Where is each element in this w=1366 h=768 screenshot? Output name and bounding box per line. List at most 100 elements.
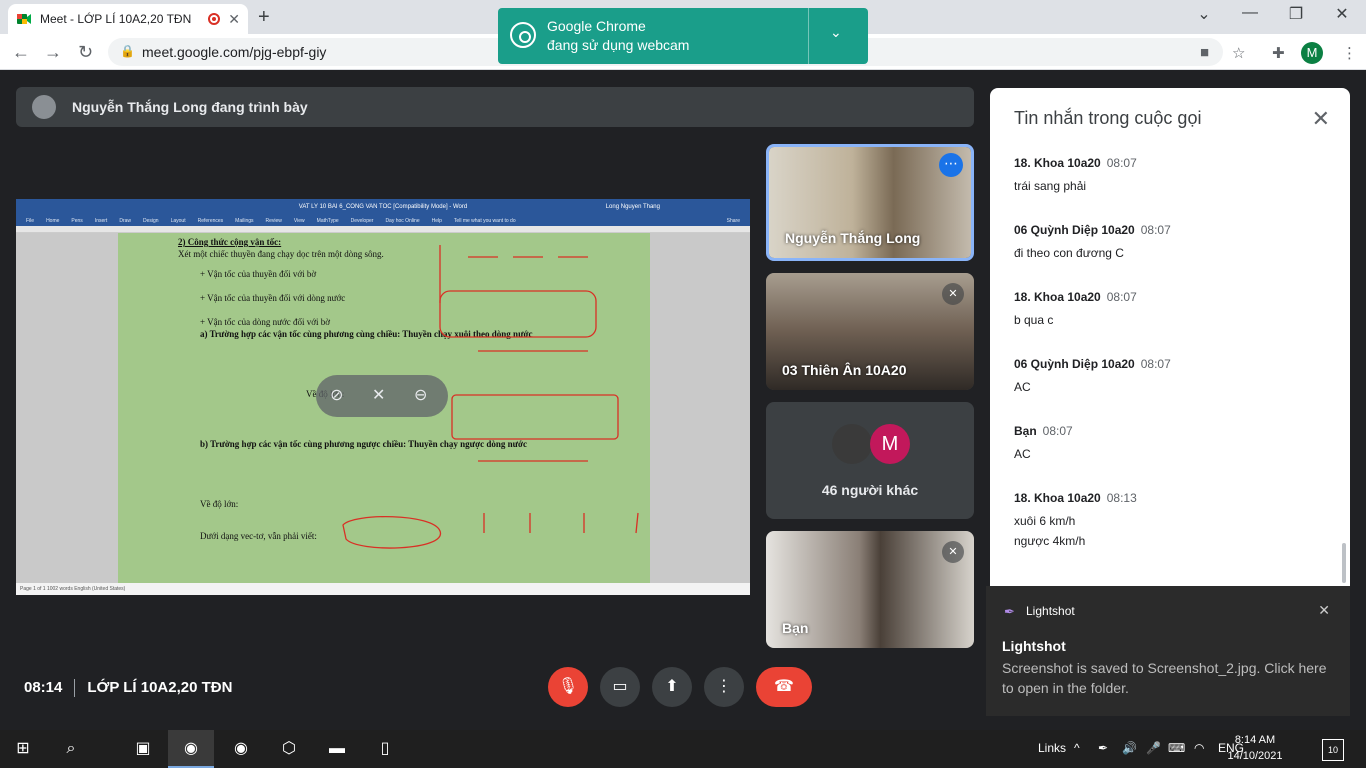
mic-off-icon: ✕: [942, 283, 964, 305]
taskbar-app-icon[interactable]: ⬡: [266, 730, 312, 768]
bookmark-star-icon[interactable]: ☆: [1232, 44, 1245, 62]
chat-text: AC: [1014, 447, 1031, 461]
chat-message: 18. Khoa 10a20 08:13 xuôi 6 km/h ngược 4k…: [1014, 491, 1334, 551]
ribbon-tab: Review: [265, 217, 282, 224]
links-toolbar[interactable]: Links: [1038, 741, 1066, 755]
notification-center-icon[interactable]: 10: [1322, 739, 1344, 761]
ribbon-tab: Draw: [119, 217, 131, 224]
ribbon-tab: References: [197, 217, 224, 224]
keyboard-icon[interactable]: ⌨: [1168, 741, 1185, 755]
ribbon-tab: View: [293, 217, 305, 224]
remove-icon[interactable]: ⊖: [414, 385, 427, 405]
ribbon-share: Share: [726, 217, 740, 224]
close-icon[interactable]: ✕: [1312, 106, 1330, 132]
chevron-up-icon[interactable]: ^: [1074, 741, 1080, 755]
presenter-banner: Nguyễn Thắng Long đang trình bày: [16, 87, 974, 127]
chat-time: 08:07: [1106, 290, 1137, 304]
close-icon[interactable]: ✕: [1318, 602, 1330, 619]
maximize-button[interactable]: ❐: [1276, 4, 1316, 24]
chat-text: đi theo con đương C: [1014, 246, 1124, 260]
more-options-button[interactable]: ⋮: [704, 667, 744, 707]
chat-time: 08:07: [1106, 156, 1137, 170]
leave-call-button[interactable]: ☎: [756, 667, 812, 707]
chat-message: 18. Khoa 10a20 08:07 b qua c: [1014, 290, 1334, 330]
word-status-bar: Page 1 of 1 1002 words English (United S…: [16, 583, 750, 595]
pin-off-icon[interactable]: ⊘: [330, 385, 343, 405]
file-explorer-icon[interactable]: ▬: [314, 730, 360, 768]
minimize-button[interactable]: —: [1230, 4, 1270, 22]
ribbon-tab: File: [26, 217, 35, 224]
taskbar-app-icon[interactable]: ▣: [120, 730, 166, 768]
chat-text: ngược 4km/h: [1014, 534, 1086, 548]
chrome-menu-icon[interactable]: ⋮: [1342, 44, 1357, 62]
forward-icon[interactable]: →: [44, 42, 62, 63]
taskbar-clock[interactable]: 8:14 AM 14/10/2021: [1222, 732, 1288, 764]
chat-time: 08:13: [1106, 491, 1137, 505]
word-user: Long Nguyen Thang: [605, 204, 660, 210]
chat-message: Bạn 08:07 AC: [1014, 424, 1334, 464]
cam-notice-divider: [808, 8, 809, 64]
back-icon[interactable]: ←: [12, 42, 30, 63]
taskbar-chrome-icon[interactable]: ◉: [168, 730, 214, 768]
presenter-avatar: [32, 95, 56, 119]
mic-toggle-button[interactable]: 🎙: [548, 667, 588, 707]
ribbon-tab: Pens: [71, 217, 83, 224]
windows-start-icon[interactable]: ⊞: [0, 730, 46, 768]
lightshot-tray-icon[interactable]: ✒: [1098, 741, 1108, 755]
divider: [74, 679, 76, 698]
camera-icon: ▭: [612, 678, 628, 695]
speaker-icon[interactable]: 🔊: [1122, 741, 1137, 755]
tab-title: Meet - LỚP LÍ 10A2,20 TĐN: [40, 12, 192, 26]
wifi-icon[interactable]: ◠: [1194, 741, 1204, 755]
ribbon-tab: Home: [46, 217, 60, 224]
extensions-icon[interactable]: ✚: [1272, 44, 1285, 62]
mic-off-icon: ✕: [942, 541, 964, 563]
screen-share-overlay-controls[interactable]: ⊘ ✕ ⊖: [316, 375, 448, 417]
chevron-down-icon[interactable]: ⌄: [830, 24, 842, 41]
meeting-info: 08:14 LỚP LÍ 10A2,20 TĐN: [24, 679, 233, 698]
participant-tile-presenter[interactable]: ⋯ Nguyễn Thắng Long: [766, 144, 974, 261]
ribbon-tab: Design: [143, 217, 159, 224]
avatar: M: [870, 424, 910, 464]
cam-notice-app: Google Chrome: [547, 18, 646, 34]
reload-icon[interactable]: ↻: [78, 42, 93, 63]
new-tab-button[interactable]: +: [258, 6, 270, 29]
meet-main: Nguyễn Thắng Long đang trình bày VAT LY …: [0, 71, 1366, 731]
phone-hangup-icon: ☎: [774, 678, 794, 695]
lock-icon: 🔒: [120, 44, 135, 58]
chat-panel: Tin nhắn trong cuộc gọi ✕ 18. Khoa 10a20…: [990, 88, 1350, 663]
taskbar-app-icon[interactable]: ▯: [362, 730, 408, 768]
meeting-name: LỚP LÍ 10A2,20 TĐN: [87, 679, 233, 696]
participant-tile[interactable]: ✕ 03 Thiên Ân 10A20: [766, 273, 974, 390]
toast-app-name: Lightshot: [1026, 604, 1075, 618]
microphone-icon[interactable]: 🎤: [1146, 741, 1161, 755]
webcam-in-use-notification[interactable]: Google Chrome đang sử dụng webcam ⌄: [498, 8, 868, 64]
present-screen-button[interactable]: ⬆: [652, 667, 692, 707]
ribbon-tab: Day hoc Online: [385, 217, 420, 224]
clock-date: 14/10/2021: [1227, 750, 1283, 762]
mute-icon[interactable]: ✕: [372, 385, 385, 405]
chat-text: xuôi 6 km/h: [1014, 514, 1076, 528]
ribbon-tab: Mailings: [235, 217, 254, 224]
camera-in-use-icon[interactable]: ■: [1200, 44, 1209, 61]
others-tile[interactable]: M 46 người khác: [766, 402, 974, 519]
more-options-icon[interactable]: ⋯: [939, 153, 963, 177]
toast-title: Lightshot: [1002, 638, 1066, 654]
tab-search-chevron-icon[interactable]: ⌄: [1184, 4, 1224, 24]
profile-avatar[interactable]: M: [1301, 42, 1323, 64]
camera-toggle-button[interactable]: ▭: [600, 667, 640, 707]
participant-tile-self[interactable]: ✕ Bạn: [766, 531, 974, 648]
toast-message[interactable]: Screenshot is saved to Screenshot_2.jpg.…: [1002, 658, 1332, 698]
search-icon[interactable]: ⌕: [48, 730, 94, 768]
taskbar-chrome-icon[interactable]: ◉: [218, 730, 264, 768]
chat-sender: 06 Quỳnh Diệp 10a20: [1014, 223, 1135, 237]
chat-scrollbar[interactable]: [1342, 543, 1346, 583]
chat-sender: 18. Khoa 10a20: [1014, 491, 1101, 505]
participant-name: 03 Thiên Ân 10A20: [782, 362, 907, 378]
lightshot-notification[interactable]: ✒ Lightshot ✕ Lightshot Screenshot is sa…: [986, 586, 1350, 716]
browser-tab-meet[interactable]: Meet - LỚP LÍ 10A2,20 TĐN ✕: [8, 4, 248, 34]
close-tab-icon[interactable]: ✕: [228, 11, 240, 28]
close-window-button[interactable]: ✕: [1322, 4, 1362, 24]
word-title-bar: VAT LY 10 BAI 6_CONG VAN TOC [Compatibil…: [16, 199, 750, 215]
ribbon-tab: MathType: [316, 217, 339, 224]
